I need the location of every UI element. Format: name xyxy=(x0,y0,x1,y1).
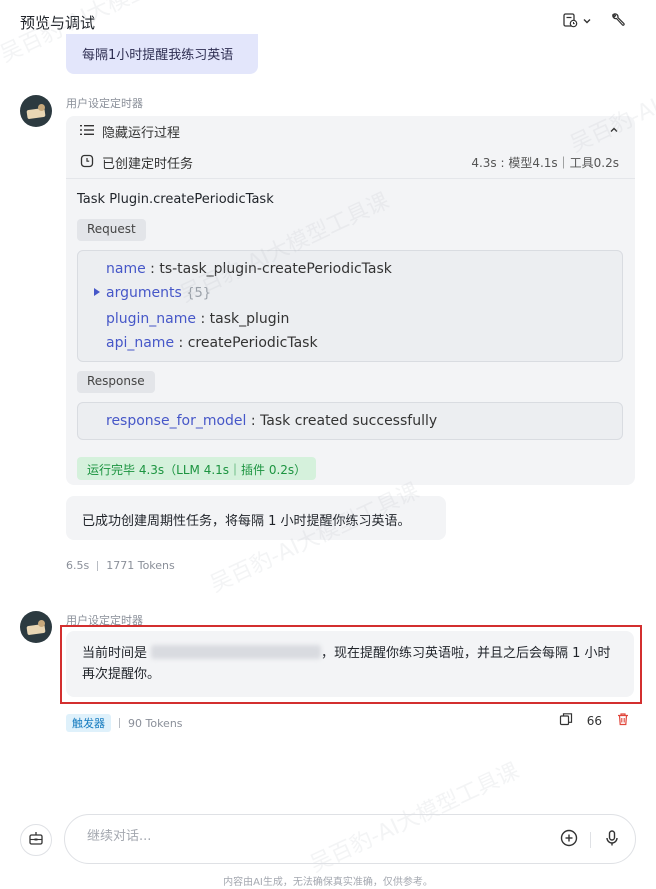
meta-divider xyxy=(97,560,99,571)
wrench-icon xyxy=(610,12,626,32)
bot-avatar xyxy=(20,95,52,127)
hide-process-label: 隐藏运行过程 xyxy=(102,126,181,141)
trigger-meta: 触发器 90 Tokens xyxy=(66,714,183,732)
response-json-box: response_for_model : Task created succes… xyxy=(77,402,623,440)
plus-circle-icon xyxy=(560,829,578,851)
task-step-row[interactable]: 已创建定时任务 xyxy=(80,153,193,172)
task-step-label: 已创建定时任务 xyxy=(102,157,194,172)
reply-time: 6.5s xyxy=(66,559,90,572)
hide-process-toggle[interactable]: 隐藏运行过程 xyxy=(80,122,180,141)
input-divider xyxy=(590,832,591,848)
microphone-icon xyxy=(603,829,621,851)
voice-input-button[interactable] xyxy=(603,829,621,851)
chat-input-container xyxy=(64,814,636,864)
bot-reply-bubble: 已成功创建周期性任务，将每隔 1 小时提醒你练习英语。 xyxy=(66,496,446,540)
chevron-up-icon xyxy=(609,124,619,139)
robot-icon xyxy=(28,830,44,850)
response-field: response_for_model : Task created succes… xyxy=(106,413,438,429)
meta-divider xyxy=(119,718,120,728)
chevron-down-icon xyxy=(582,15,592,30)
collapse-process-button[interactable] xyxy=(609,124,619,139)
trigger-tokens: 90 Tokens xyxy=(128,716,183,730)
input-actions xyxy=(560,829,621,851)
ai-disclaimer: 内容由AI生成，无法确保真实准确，仅供参考。 xyxy=(223,877,433,888)
reply-meta: 6.5s 1771 Tokens xyxy=(66,559,175,572)
request-json-box: name : ts-task_plugin-createPeriodicTask… xyxy=(77,250,623,362)
page-title: 预览与调试 xyxy=(20,13,96,32)
task-timing: 4.3s : 模型4.1s｜工具0.2s xyxy=(471,156,619,170)
copy-button[interactable] xyxy=(559,712,573,730)
reply-tokens: 1771 Tokens xyxy=(106,559,175,572)
request-field-arguments[interactable]: arguments {5} xyxy=(94,285,211,301)
schedule-icon xyxy=(562,12,578,32)
request-label: Request xyxy=(77,219,146,241)
debug-settings-button[interactable] xyxy=(610,12,626,32)
user-message-bubble: 每隔1小时提醒我练习英语 xyxy=(66,34,258,74)
trigger-badge: 触发器 xyxy=(66,714,111,732)
quote-count[interactable]: 66 xyxy=(587,714,602,728)
bot-avatar xyxy=(20,611,52,643)
task-clock-icon xyxy=(80,154,94,172)
request-field-name: name : ts-task_plugin-createPeriodicTask xyxy=(106,261,392,277)
highlight-frame xyxy=(60,625,642,704)
run-process-panel: 隐藏运行过程 已创建定时任务 4.3s : 模型4.1s｜工具0.2s Task… xyxy=(66,116,635,485)
trash-icon xyxy=(616,712,630,730)
tool-call-name: Task Plugin.createPeriodicTask xyxy=(77,192,274,207)
list-icon xyxy=(80,124,94,140)
delete-button[interactable] xyxy=(616,712,630,730)
response-label: Response xyxy=(77,371,155,393)
add-attachment-button[interactable] xyxy=(560,829,578,851)
request-field-api-name: api_name : createPeriodicTask xyxy=(106,335,318,351)
run-status-badge: 运行完毕 4.3s（LLM 4.1s｜插件 0.2s） xyxy=(77,457,317,480)
copy-icon xyxy=(559,712,573,730)
bot-tools-button[interactable] xyxy=(20,824,52,856)
header-actions xyxy=(562,12,626,32)
chat-input[interactable] xyxy=(87,829,527,844)
bot-name: 用户设定定时器 xyxy=(66,97,143,110)
divider xyxy=(66,178,635,179)
schedule-dropdown-button[interactable] xyxy=(562,12,592,32)
expand-arrow-icon xyxy=(94,288,100,296)
message-actions: 66 xyxy=(559,712,630,730)
request-field-plugin-name: plugin_name : task_plugin xyxy=(106,311,290,327)
